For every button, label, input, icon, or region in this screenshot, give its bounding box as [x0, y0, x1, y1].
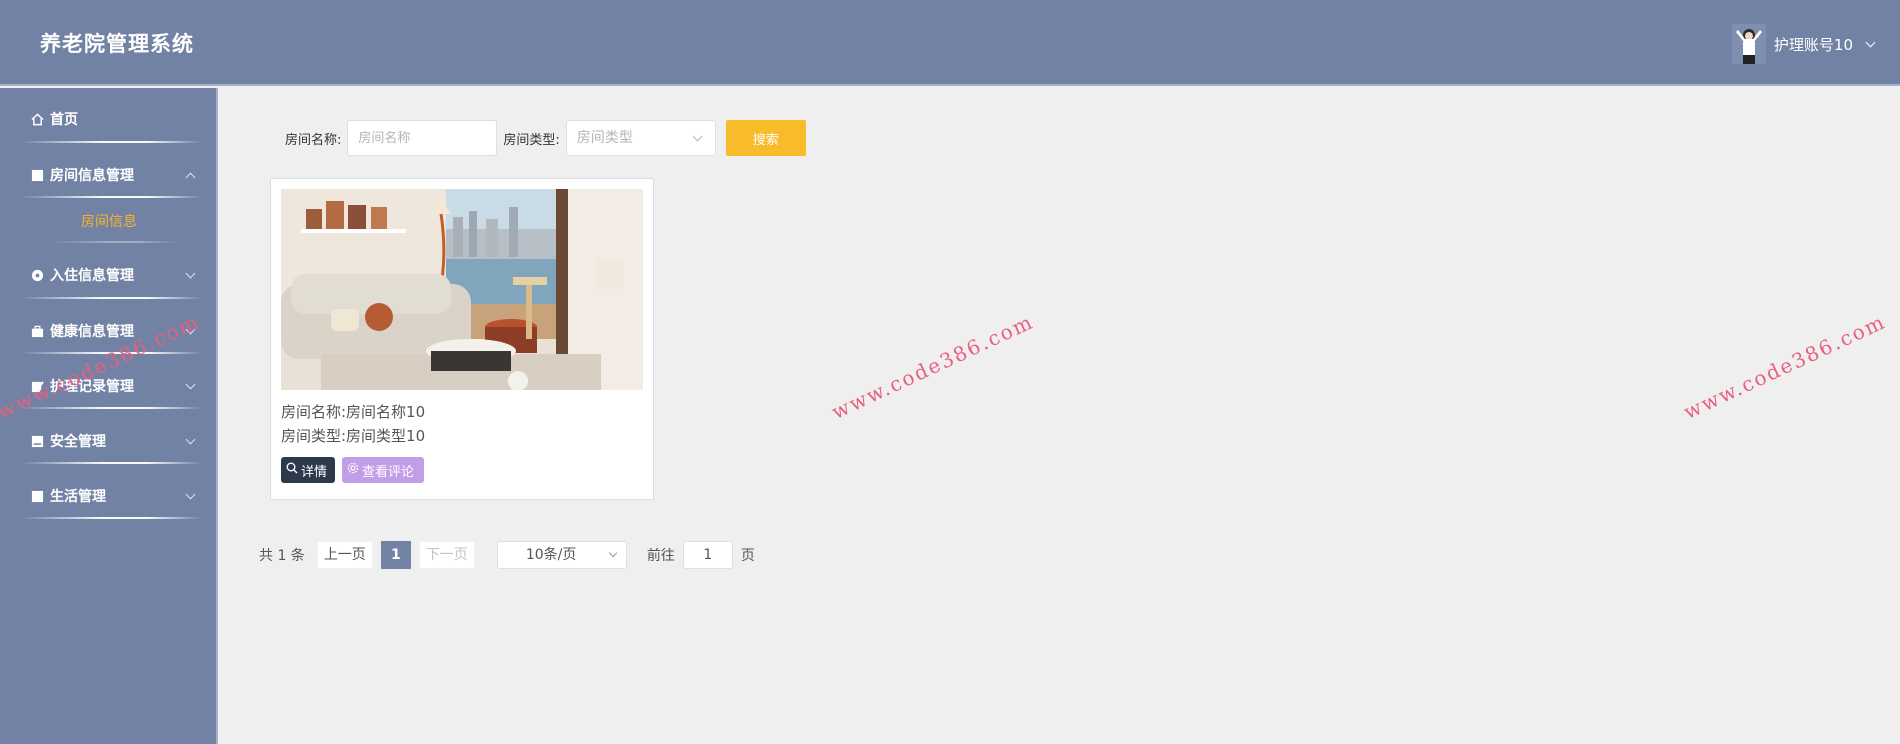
sidebar-subitem-room-info[interactable]: 房间信息: [0, 204, 218, 240]
menu-divider: [20, 462, 202, 464]
briefcase-icon: [30, 324, 44, 338]
sidebar-item-label: 生活管理: [50, 489, 106, 505]
sidebar: 首页 房间信息管理 房间信息 入住信息管理 健康信息管理 护理记录管理 安全管理…: [0, 88, 218, 744]
chevron-down-icon: [185, 268, 196, 279]
gear-icon: [347, 462, 359, 478]
menu-divider: [20, 196, 202, 198]
goto-label: 前往: [646, 548, 675, 564]
chevron-down-icon: [608, 548, 618, 558]
search-button[interactable]: 搜索: [725, 120, 806, 156]
room-type-placeholder: 房间类型: [576, 130, 633, 146]
detail-button-label: 详情: [301, 464, 328, 480]
room-type-text: 房间类型:房间类型10: [281, 427, 426, 445]
page-suffix: 页: [740, 548, 755, 564]
sidebar-item-home[interactable]: 首页: [0, 94, 218, 144]
home-icon: [30, 112, 44, 126]
doc-icon: [30, 489, 44, 503]
sidebar-item-label: 安全管理: [50, 434, 106, 450]
chevron-down-icon: [185, 434, 196, 445]
room-name-label: 房间名称:: [285, 132, 342, 148]
menu-divider: [20, 297, 202, 299]
chevron-down-icon: [185, 379, 196, 390]
doc-icon: [30, 168, 44, 182]
page-size-value: 10条/页: [525, 547, 577, 563]
room-card[interactable]: 房间名称:房间名称10 房间类型:房间类型10 详情 查看评论: [270, 178, 654, 500]
pagination-total: 共 1 条: [259, 548, 305, 564]
view-comments-button[interactable]: 查看评论: [342, 457, 424, 483]
watermark: www.code386.com: [827, 309, 1038, 424]
sidebar-item-room-management[interactable]: 房间信息管理: [0, 150, 218, 200]
chevron-down-icon: [692, 131, 703, 142]
sidebar-item-safety-management[interactable]: 安全管理: [0, 416, 218, 466]
sidebar-item-label: 入住信息管理: [50, 268, 134, 284]
sidebar-item-checkin-management[interactable]: 入住信息管理: [0, 250, 218, 300]
menu-divider: [20, 141, 202, 143]
room-type-select[interactable]: 房间类型: [565, 120, 716, 156]
chevron-down-icon: [185, 489, 196, 500]
chevron-up-icon: [185, 172, 196, 183]
app-title: 养老院管理系统: [40, 32, 194, 56]
detail-button[interactable]: 详情: [281, 457, 335, 483]
prev-page-button[interactable]: 上一页: [316, 541, 373, 569]
menu-divider: [20, 517, 202, 519]
doc-icon: [30, 434, 44, 448]
next-page-button[interactable]: 下一页: [418, 541, 475, 569]
menu-divider: [48, 241, 178, 243]
search-bar: 房间名称: 房间类型: 房间类型 搜索: [285, 120, 806, 156]
pagination: 共 1 条 上一页 1 下一页 10条/页 前往 页: [259, 541, 755, 569]
user-menu[interactable]: 护理账号10: [1731, 24, 1876, 64]
top-header: 养老院管理系统 护理账号10: [0, 0, 1900, 86]
room-name-input[interactable]: [347, 120, 498, 156]
username[interactable]: 护理账号10: [1774, 34, 1853, 55]
chevron-down-icon[interactable]: [1865, 37, 1876, 47]
goto-page-input[interactable]: [682, 541, 733, 569]
user-avatar[interactable]: [1731, 24, 1766, 64]
view-comments-label: 查看评论: [362, 464, 415, 480]
sidebar-item-label: 房间信息管理: [50, 168, 134, 184]
room-photo[interactable]: [281, 189, 643, 390]
search-icon: [286, 462, 298, 478]
sidebar-item-label: 健康信息管理: [50, 324, 134, 340]
watermark: www.code386.com: [1679, 309, 1890, 424]
page-number-current[interactable]: 1: [380, 541, 411, 569]
page-size-select[interactable]: 10条/页: [496, 541, 627, 569]
room-type-label: 房间类型:: [503, 132, 560, 148]
sidebar-item-life-management[interactable]: 生活管理: [0, 471, 218, 521]
menu-divider: [20, 407, 202, 409]
room-name-text: 房间名称:房间名称10: [281, 403, 426, 421]
sidebar-item-label: 首页: [50, 112, 78, 128]
circle-icon: [30, 268, 44, 282]
